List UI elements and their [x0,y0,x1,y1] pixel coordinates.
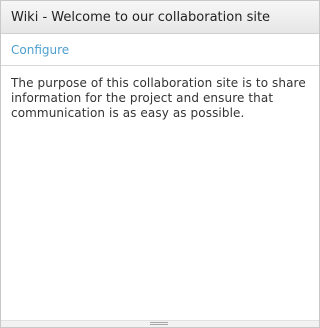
configure-link[interactable]: Configure [11,43,69,57]
resize-handle-icon[interactable] [150,322,168,326]
portlet-footer [1,320,319,327]
wiki-content: The purpose of this collaboration site i… [1,66,319,121]
portlet-title-bar: Wiki - Welcome to our collaboration site [1,1,319,34]
portlet-title: Wiki - Welcome to our collaboration site [11,9,271,25]
portlet-toolbar: Configure [1,34,319,66]
wiki-body-text: The purpose of this collaboration site i… [11,76,306,120]
wiki-portlet: Wiki - Welcome to our collaboration site… [0,0,320,328]
